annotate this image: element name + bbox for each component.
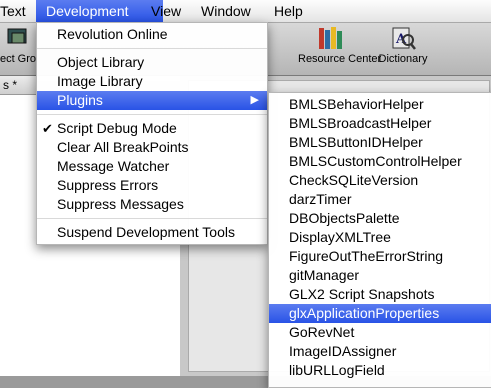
plugin-item[interactable]: DBObjectsPalette bbox=[269, 209, 491, 228]
menu-item-revolution-online[interactable]: Revolution Online bbox=[37, 25, 267, 44]
menu-item-object-library[interactable]: Object Library bbox=[37, 53, 267, 72]
plugin-item[interactable]: ImageIDAssigner bbox=[269, 342, 491, 361]
plugin-item[interactable]: DisplayXMLTree bbox=[269, 228, 491, 247]
menu-separator bbox=[37, 218, 267, 219]
menu-bar: Text Development View Window Help bbox=[0, 0, 491, 23]
plugin-item[interactable]: BMLSBroadcastHelper bbox=[269, 114, 491, 133]
plugin-item[interactable]: CheckSQLiteVersion bbox=[269, 171, 491, 190]
group-icon bbox=[7, 28, 27, 44]
menu-help[interactable]: Help bbox=[266, 0, 311, 22]
plugin-item[interactable]: GLX2 Script Snapshots bbox=[269, 285, 491, 304]
plugin-item[interactable]: libURLLogField bbox=[269, 361, 491, 380]
plugin-item[interactable]: BMLSCustomControlHelper bbox=[269, 152, 491, 171]
group-tool-label: ect Gro bbox=[0, 53, 37, 65]
dictionary-button[interactable]: A Dictionary bbox=[372, 25, 434, 65]
development-menu: Revolution Online Object Library Image L… bbox=[36, 22, 268, 245]
menu-separator bbox=[37, 48, 267, 49]
dictionary-label: Dictionary bbox=[378, 53, 428, 65]
plugin-item[interactable]: BMLSButtonIDHelper bbox=[269, 133, 491, 152]
plugin-item[interactable]: FigureOutTheErrorString bbox=[269, 247, 491, 266]
resource-center-button[interactable]: Resource Center bbox=[298, 25, 382, 65]
menu-item-image-library[interactable]: Image Library bbox=[37, 72, 267, 91]
menu-text[interactable]: Text bbox=[0, 0, 34, 22]
menu-item-suspend-development-tools[interactable]: Suspend Development Tools bbox=[37, 223, 267, 242]
menu-item-script-debug-mode-label: Script Debug Mode bbox=[57, 120, 177, 136]
submenu-arrow-icon: ▶ bbox=[250, 94, 259, 106]
menu-item-message-watcher[interactable]: Message Watcher bbox=[37, 157, 267, 176]
plugin-item[interactable]: GoRevNet bbox=[269, 323, 491, 342]
plugin-item-highlighted[interactable]: glxApplicationProperties bbox=[269, 304, 491, 323]
checkmark-icon: ✔ bbox=[42, 121, 53, 136]
menu-item-plugins[interactable]: Plugins ▶ bbox=[37, 91, 267, 110]
menu-item-plugins-label: Plugins bbox=[57, 92, 103, 108]
menu-separator bbox=[37, 114, 267, 115]
resource-center-label: Resource Center bbox=[298, 53, 382, 65]
menu-item-suppress-messages[interactable]: Suppress Messages bbox=[37, 195, 267, 214]
plugin-item[interactable]: gitManager bbox=[269, 266, 491, 285]
menu-view[interactable]: View bbox=[143, 0, 189, 22]
group-tool-button[interactable]: ect Gro bbox=[0, 25, 40, 65]
menu-item-clear-all-breakpoints[interactable]: Clear All BreakPoints bbox=[37, 138, 267, 157]
plugins-submenu: BMLSBehaviorHelper BMLSBroadcastHelper B… bbox=[268, 92, 491, 388]
books-icon bbox=[319, 27, 342, 49]
menu-item-suppress-errors[interactable]: Suppress Errors bbox=[37, 176, 267, 195]
plugin-item[interactable]: darzTimer bbox=[269, 190, 491, 209]
menu-item-script-debug-mode[interactable]: ✔ Script Debug Mode bbox=[37, 119, 267, 138]
menu-window[interactable]: Window bbox=[193, 0, 259, 22]
dictionary-icon: A bbox=[392, 27, 416, 50]
plugin-item[interactable]: BMLSBehaviorHelper bbox=[269, 95, 491, 114]
